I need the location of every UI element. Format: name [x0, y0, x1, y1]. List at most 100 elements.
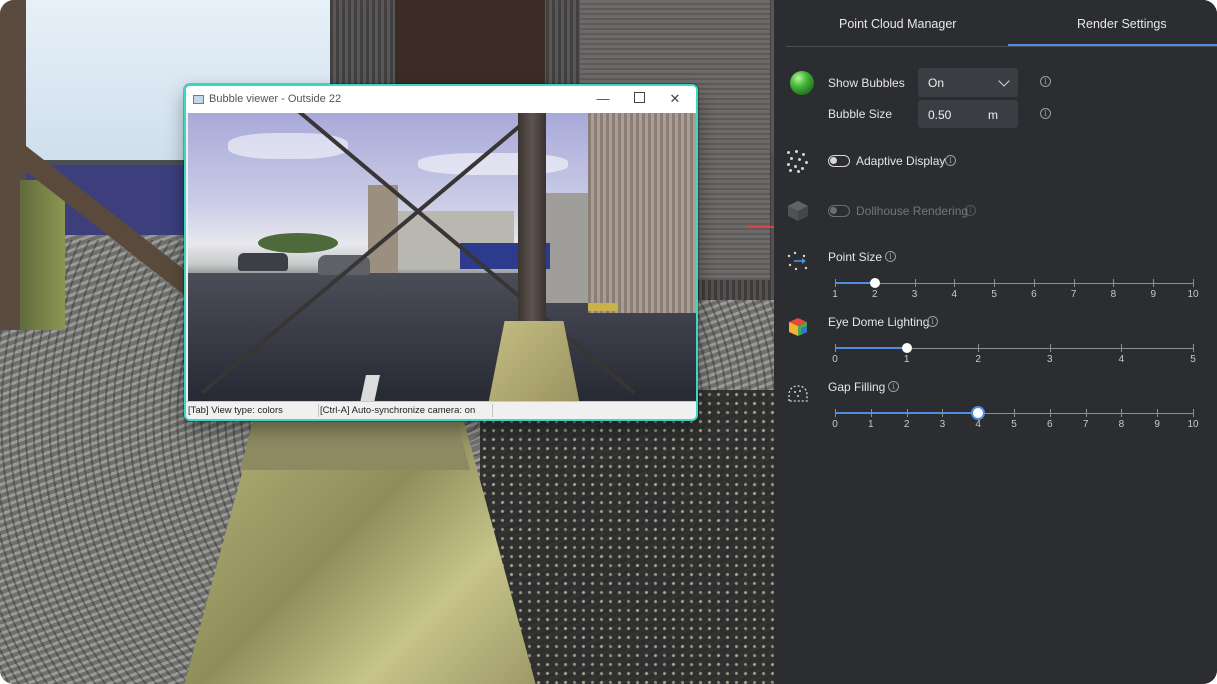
info-icon[interactable]: i: [927, 316, 938, 327]
slider-thumb[interactable]: [971, 406, 986, 420]
photo-right-facade: [588, 113, 696, 313]
point-size-icon: [786, 250, 810, 274]
slider-tick-label: 3: [911, 289, 918, 300]
slider-tick-label: 9: [1150, 289, 1156, 300]
status-view-type: [Tab] View type: colors: [186, 404, 319, 417]
slider-tick: [1113, 279, 1115, 287]
photo-yellow-marking: [588, 303, 618, 311]
slider-tick: [1085, 409, 1087, 417]
toggle-knob: [830, 207, 837, 214]
eye-dome-lighting-icon: [787, 316, 809, 338]
point-size-slider[interactable]: 1 2 3 4 5 6 7 8 9 10: [832, 278, 1203, 305]
slider-tick-label: 5: [991, 289, 997, 300]
info-icon[interactable]: i: [1040, 108, 1051, 119]
slider-tick: [906, 409, 908, 417]
close-button[interactable]: ✕: [660, 89, 690, 109]
slider-tick-label: 7: [1070, 289, 1077, 300]
slider-tick-label: 2: [975, 354, 981, 365]
viewport-left-pillar: [20, 180, 65, 330]
slider-tick: [1153, 279, 1155, 287]
slider-tick-label: 6: [1047, 419, 1053, 430]
slider-tick-label: 8: [1110, 289, 1117, 300]
slider-tick: [954, 279, 956, 287]
maximize-button[interactable]: [624, 89, 654, 109]
show-bubbles-value: On: [928, 76, 945, 90]
bubble-size-input[interactable]: 0.50 m: [918, 100, 1018, 128]
slider-tick: [1049, 409, 1051, 417]
slider-tick-label: 4: [951, 289, 958, 300]
slider-tick: [1157, 409, 1159, 417]
slider-tick: [835, 279, 836, 287]
info-icon[interactable]: i: [1040, 76, 1051, 87]
slider-tick-label: 4: [975, 419, 981, 430]
app: Bubble viewer - Outside 22 — ✕ [Tab] Vie…: [0, 0, 1217, 684]
bubble-size-value: 0.50: [928, 108, 952, 122]
adaptive-display-icon: [786, 150, 808, 173]
slider-tick: [835, 409, 836, 417]
slider-tick: [870, 409, 872, 417]
photo-car: [238, 253, 288, 271]
photo-trees: [258, 233, 338, 253]
slider-tick: [1193, 344, 1194, 352]
slider-tick: [1121, 409, 1123, 417]
slider-tick-label: 0: [832, 419, 838, 430]
slider-tick-label: 0: [832, 354, 838, 365]
gap-filling-icon: [786, 382, 810, 406]
slider-tick-label: 5: [1190, 354, 1196, 365]
maximize-icon: [633, 92, 645, 103]
bubble-viewer-titlebar[interactable]: Bubble viewer - Outside 22 — ✕: [186, 86, 696, 113]
slider-tick: [1049, 344, 1051, 352]
slider-tick: [1193, 279, 1194, 287]
dollhouse-rendering-toggle[interactable]: [828, 205, 850, 217]
slider-tick-label: 9: [1154, 419, 1160, 430]
adaptive-display-toggle[interactable]: [828, 155, 850, 167]
slider-tick-label: 6: [1031, 289, 1037, 300]
slider-tick: [1121, 344, 1123, 352]
tab-point-cloud-manager[interactable]: Point Cloud Manager: [839, 17, 956, 31]
show-bubbles-select[interactable]: On: [918, 68, 1018, 97]
adaptive-display-label: Adaptive Display: [856, 154, 946, 168]
info-icon[interactable]: i: [965, 205, 976, 216]
slider-tick-label: 2: [871, 289, 878, 300]
dollhouse-cube-icon: [787, 200, 809, 222]
show-bubbles-label: Show Bubbles: [828, 76, 905, 90]
slider-track[interactable]: [835, 283, 1193, 284]
bubble-viewer-window[interactable]: Bubble viewer - Outside 22 — ✕ [Tab] Vie…: [184, 84, 698, 421]
tab-render-settings[interactable]: Render Settings: [1077, 17, 1167, 31]
dollhouse-rendering-label: Dollhouse Rendering: [856, 204, 969, 218]
slider-tick-label: 1: [868, 419, 874, 430]
point-size-label: Point Size: [828, 250, 883, 264]
gap-filling-slider[interactable]: 0 1 2 3 4 5 6 7 8 9 10: [832, 406, 1203, 435]
bubble-panorama-image[interactable]: [188, 113, 696, 404]
info-icon[interactable]: i: [945, 155, 956, 166]
slider-tick-label: 2: [903, 419, 910, 430]
slider-tick: [1014, 409, 1015, 417]
toggle-knob: [830, 157, 837, 164]
slider-thumb[interactable]: [901, 343, 912, 353]
minimize-button[interactable]: —: [588, 89, 618, 109]
slider-thumb[interactable]: [869, 278, 880, 288]
info-icon[interactable]: i: [885, 251, 896, 262]
window-app-icon: [193, 95, 204, 104]
info-icon[interactable]: i: [888, 381, 899, 392]
viewport-red-marker: [748, 226, 774, 228]
slider-tick: [835, 344, 836, 352]
slider-tick-label: 10: [1187, 419, 1199, 430]
bubble-size-unit: m: [988, 108, 998, 122]
slider-tick: [978, 344, 980, 352]
slider-tick-label: 5: [1011, 419, 1017, 430]
viewport-floor-points: [480, 390, 774, 684]
active-tab-indicator: [1008, 44, 1217, 46]
slider-tick-label: 8: [1118, 419, 1125, 430]
panel-tabs: Point Cloud Manager Render Settings: [786, 0, 1217, 47]
slider-tick-label: 4: [1118, 354, 1125, 365]
render-settings-panel: Point Cloud Manager Render Settings Show…: [774, 0, 1217, 684]
bubble-sphere-icon: [790, 71, 814, 95]
chevron-down-icon: [998, 75, 1010, 87]
bubble-viewer-title: Bubble viewer - Outside 22: [209, 93, 342, 105]
slider-tick-label: 1: [903, 354, 910, 365]
eye-dome-lighting-slider[interactable]: 0 1 2 3 4 5: [832, 343, 1203, 370]
slider-tick: [914, 279, 916, 287]
bubble-size-label: Bubble Size: [828, 107, 893, 121]
slider-tick: [1193, 409, 1194, 417]
